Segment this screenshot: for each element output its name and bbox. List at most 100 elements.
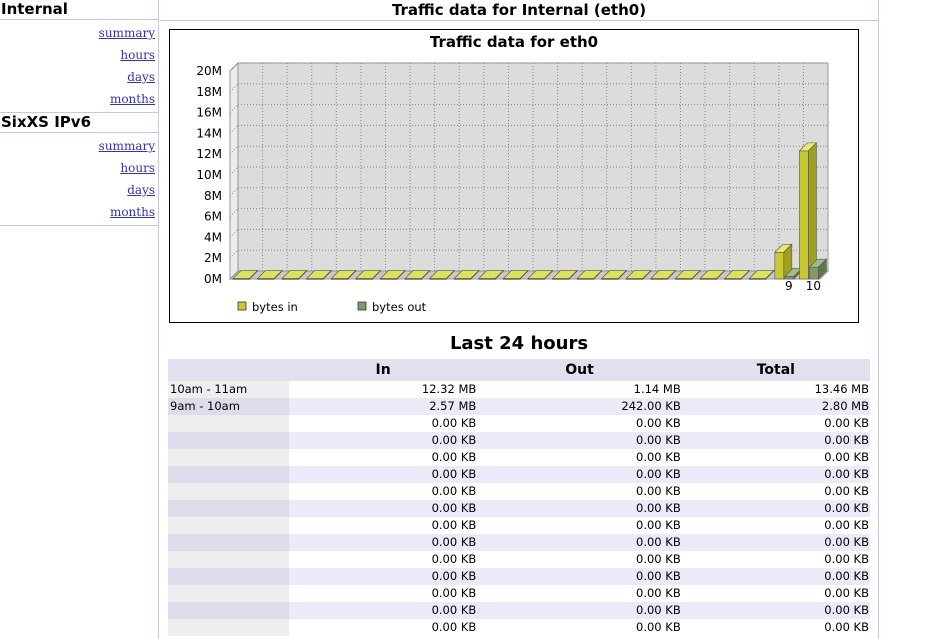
x-tick-label: 9	[785, 279, 793, 293]
bar-bytes-in-front	[799, 150, 809, 280]
table-cell: 0.00 KB	[477, 432, 682, 449]
interface-block: SixXS IPv6 summary hours days months	[0, 113, 158, 226]
table-row: 0.00 KB 0.00 KB 0.00 KB	[168, 568, 870, 585]
y-tick-label: 2M	[204, 251, 222, 265]
table-cell: 0.00 KB	[681, 619, 870, 636]
table-cell: 0.00 KB	[681, 449, 870, 466]
table-row: 0.00 KB 0.00 KB 0.00 KB	[168, 466, 870, 483]
row-label	[168, 551, 289, 568]
row-label	[168, 500, 289, 517]
link-summary[interactable]: summary	[0, 22, 158, 44]
table-cell: 0.00 KB	[477, 551, 682, 568]
table-cell: 12.32 MB	[289, 381, 478, 398]
table-cell: 0.00 KB	[681, 415, 870, 432]
column-header	[168, 359, 289, 381]
bar-bytes-in-side	[808, 142, 817, 280]
row-label	[168, 568, 289, 585]
table-cell: 0.00 KB	[289, 551, 478, 568]
table-cell: 0.00 KB	[289, 534, 478, 551]
link-hours[interactable]: hours	[0, 44, 158, 66]
table-cell: 0.00 KB	[477, 449, 682, 466]
link-hours[interactable]: hours	[0, 157, 158, 179]
table-cell: 0.00 KB	[289, 568, 478, 585]
table-cell: 0.00 KB	[477, 415, 682, 432]
table-cell: 0.00 KB	[681, 585, 870, 602]
legend-swatch	[237, 301, 247, 311]
table-cell: 0.00 KB	[477, 585, 682, 602]
y-tick-label: 14M	[196, 126, 222, 140]
table-title: Last 24 hours	[449, 333, 589, 354]
table-cell: 13.46 MB	[681, 381, 870, 398]
table-row: 0.00 KB 0.00 KB 0.00 KB	[168, 483, 870, 500]
interface-block: Internal summary hours days months	[0, 0, 158, 113]
table-row: 0.00 KB 0.00 KB 0.00 KB	[168, 415, 870, 432]
table-cell: 0.00 KB	[477, 500, 682, 517]
table-cell: 0.00 KB	[289, 432, 478, 449]
y-tick-label: 0M	[204, 272, 222, 286]
page-title: Traffic data for Internal (eth0)	[160, 0, 878, 21]
table-cell: 0.00 KB	[681, 517, 870, 534]
table-cell: 0.00 KB	[477, 619, 682, 636]
table-cell: 0.00 KB	[477, 602, 682, 619]
table-cell: 0.00 KB	[477, 534, 682, 551]
row-label	[168, 602, 289, 619]
link-days[interactable]: days	[0, 179, 158, 201]
link-months[interactable]: months	[0, 88, 158, 110]
y-tick-label: 16M	[196, 106, 222, 120]
table-cell: 0.00 KB	[477, 466, 682, 483]
y-tick-label: 10M	[196, 168, 222, 182]
table-row: 0.00 KB 0.00 KB 0.00 KB	[168, 534, 870, 551]
column-header: Out	[477, 359, 682, 381]
traffic-chart-svg: Traffic data for eth0 0M 2M 4M 6M 8M 10M 12M 14M…	[196, 33, 830, 314]
bar-bytes-in	[798, 142, 818, 280]
y-tick-label: 18M	[196, 85, 222, 99]
row-label	[168, 585, 289, 602]
table-row: 0.00 KB 0.00 KB 0.00 KB	[168, 500, 870, 517]
table-header-row: In Out Total	[168, 359, 870, 381]
row-label	[168, 415, 289, 432]
table-cell: 0.00 KB	[289, 500, 478, 517]
row-label	[168, 449, 289, 466]
table-cell: 2.80 MB	[681, 398, 870, 415]
interface-name: SixXS IPv6	[0, 113, 158, 133]
y-tick-label: 6M	[204, 210, 222, 224]
y-tick-label: 12M	[196, 147, 222, 161]
y-tick-label: 20M	[196, 64, 222, 78]
interface-links: summary hours days months	[0, 20, 158, 112]
hours-table: In Out Total 10am - 11am 12.32 MB 1.14 MB 13.…	[168, 359, 870, 636]
main-panel: Traffic data for Internal (eth0) Traffic…	[160, 0, 879, 639]
row-label	[168, 483, 289, 500]
table-cell: 0.00 KB	[681, 568, 870, 585]
legend-label: bytes out	[372, 300, 427, 314]
table-cell: 0.00 KB	[477, 517, 682, 534]
table-row: 10am - 11am 12.32 MB 1.14 MB 13.46 MB	[168, 381, 870, 398]
row-label	[168, 466, 289, 483]
table-cell: 0.00 KB	[681, 466, 870, 483]
chart-title: Traffic data for eth0	[430, 33, 598, 51]
y-tick-label: 4M	[204, 230, 222, 244]
table-cell: 0.00 KB	[289, 517, 478, 534]
table-cell: 0.00 KB	[289, 602, 478, 619]
link-days[interactable]: days	[0, 66, 158, 88]
table-cell: 0.00 KB	[477, 483, 682, 500]
table-cell: 0.00 KB	[681, 483, 870, 500]
table-cell: 0.00 KB	[289, 466, 478, 483]
link-summary[interactable]: summary	[0, 135, 158, 157]
table-cell: 0.00 KB	[289, 585, 478, 602]
traffic-chart: Traffic data for eth0 0M 2M 4M 6M 8M 10M 12M 14M…	[169, 29, 859, 323]
table-cell: 0.00 KB	[289, 415, 478, 432]
legend-swatch	[357, 301, 367, 311]
bar-bytes-out-front	[809, 266, 819, 280]
table-cell: 0.00 KB	[681, 551, 870, 568]
interface-links: summary hours days months	[0, 133, 158, 225]
table-row: 0.00 KB 0.00 KB 0.00 KB	[168, 432, 870, 449]
table-row: 0.00 KB 0.00 KB 0.00 KB	[168, 585, 870, 602]
row-label: 9am - 10am	[168, 398, 289, 415]
sidebar: Internal summary hours days months SixXS IPv6…	[0, 0, 159, 639]
legend-label: bytes in	[252, 300, 298, 314]
column-header: In	[289, 359, 478, 381]
row-label	[168, 432, 289, 449]
table-cell: 0.00 KB	[681, 534, 870, 551]
link-months[interactable]: months	[0, 201, 158, 223]
table-row: 0.00 KB 0.00 KB 0.00 KB	[168, 551, 870, 568]
